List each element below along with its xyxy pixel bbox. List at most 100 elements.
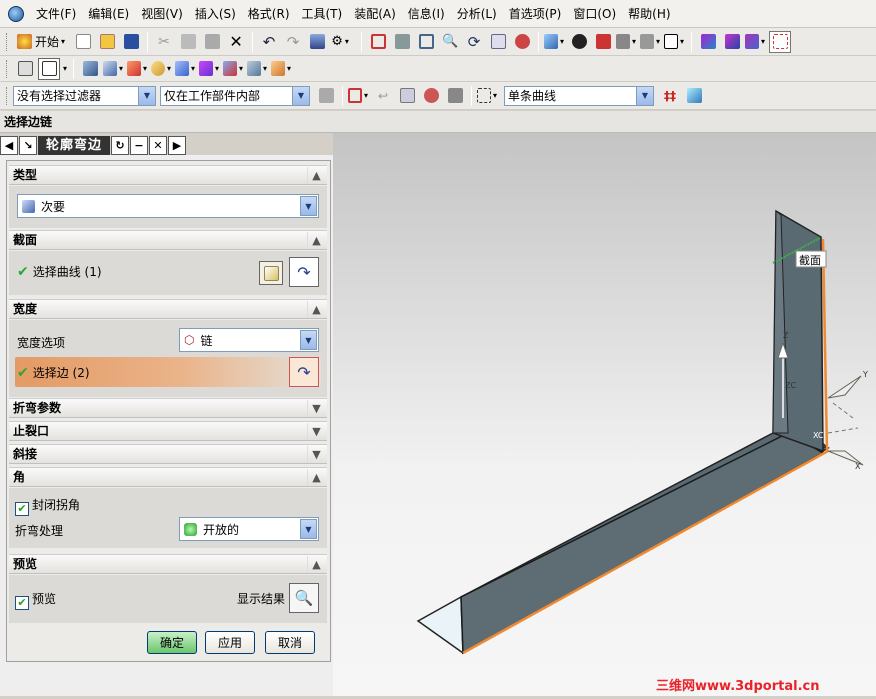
paste-button[interactable] (201, 31, 223, 53)
menu-file[interactable]: 文件(F) (30, 3, 82, 25)
filter-settings-button[interactable] (315, 85, 337, 107)
delete-button[interactable]: ✕ (225, 31, 247, 53)
hole-icon (151, 61, 165, 76)
preview-checkbox[interactable]: ✔ 预览 (15, 590, 56, 610)
close-corner-checkbox[interactable]: ✔ 封闭拐角 (15, 496, 80, 516)
type-select[interactable]: 次要 ▼ (17, 194, 319, 218)
flange-icon (82, 61, 98, 76)
wireframe-button[interactable]: ▾ (616, 31, 638, 53)
roles-button[interactable]: ⚙ ▾ (330, 31, 352, 53)
type-filter-select[interactable]: 没有选择过滤器 ▼ (13, 85, 156, 106)
snap-mode-button[interactable]: ▾ (348, 85, 370, 107)
menu-preferences[interactable]: 首选项(P) (503, 3, 568, 25)
shaded-button[interactable] (592, 31, 614, 53)
new-file-button[interactable] (72, 31, 94, 53)
menu-view[interactable]: 视图(V) (135, 3, 189, 25)
layer-button[interactable]: ▾ (640, 31, 662, 53)
select-intent-button[interactable] (420, 85, 442, 107)
select-edge-row[interactable]: ✔ 选择边 (2) (15, 357, 321, 387)
save-button[interactable] (120, 31, 142, 53)
bend-treatment-select[interactable]: 开放的 ▼ (179, 517, 319, 541)
cancel-button[interactable]: 取消 (265, 631, 315, 654)
follow-fillet-button[interactable] (683, 85, 705, 107)
menu-insert[interactable]: 插入(S) (189, 3, 242, 25)
zoom-button[interactable]: 🔍 (439, 31, 461, 53)
stop-at-intersection-button[interactable]: ‡‡ (659, 85, 681, 107)
section-section-body: ✔ 选择曲线 (1) ↷ (9, 251, 327, 295)
minimize-button[interactable]: − (130, 135, 149, 155)
wcs-button[interactable] (697, 31, 719, 53)
sketch-button[interactable] (14, 58, 36, 80)
orient-view-button[interactable]: ▾ (544, 31, 566, 53)
menu-window[interactable]: 窗口(O) (567, 3, 622, 25)
bend-params-section-header[interactable]: 折弯参数 ▼ (9, 398, 327, 418)
perspective-button[interactable] (487, 31, 509, 53)
corner-section-header[interactable]: 角 ▲ (9, 467, 327, 487)
hole-button[interactable]: ▾ (151, 58, 173, 80)
tab-flange-button[interactable] (38, 57, 60, 80)
select-curve-row[interactable]: ✔ 选择曲线 (1) (17, 263, 102, 280)
unbend-button[interactable]: ▾ (223, 58, 245, 80)
menu-format[interactable]: 格式(R) (242, 3, 296, 25)
close-button[interactable]: ✕ (149, 135, 168, 155)
fit-view-button[interactable] (367, 31, 389, 53)
flange-button[interactable] (79, 58, 101, 80)
scope-select[interactable]: 仅在工作部件内部 ▼ (160, 85, 310, 106)
zoom-box-button[interactable] (391, 31, 413, 53)
menu-tools[interactable]: 工具(T) (296, 3, 349, 25)
section-section-header[interactable]: 截面 ▲ (9, 230, 327, 250)
width-section-header[interactable]: 宽度 ▲ (9, 299, 327, 319)
copy-button[interactable] (177, 31, 199, 53)
select-box-button[interactable]: ▾ (477, 85, 499, 107)
menu-edit[interactable]: 编辑(E) (82, 3, 135, 25)
show-result-button[interactable]: 🔍 (289, 583, 319, 613)
snap-point-button[interactable] (769, 30, 792, 53)
corner-button[interactable]: ▾ (175, 58, 197, 80)
apply-button[interactable]: 应用 (205, 631, 255, 654)
cut-button[interactable]: ✂ (153, 31, 175, 53)
wcs-orient-button[interactable] (721, 31, 743, 53)
command-finder-button[interactable] (306, 31, 328, 53)
deselect-button[interactable]: ↩ (372, 85, 394, 107)
pin-button[interactable]: ↘ (19, 135, 37, 155)
ok-button[interactable]: 确定 (147, 631, 197, 654)
reset-button[interactable]: ↻ (111, 135, 130, 155)
bend-button[interactable]: ▾ (127, 58, 149, 80)
tangent-icon (447, 88, 463, 103)
menu-analysis[interactable]: 分析(L) (451, 3, 503, 25)
contour-flange-button[interactable]: ▾ (103, 58, 125, 80)
type-section-header[interactable]: 类型 ▲ (9, 165, 327, 185)
width-option-select[interactable]: ⬡ 链 ▼ (179, 328, 319, 352)
preview-section-header[interactable]: 预览 ▲ (9, 554, 327, 574)
menu-help[interactable]: 帮助(H) (622, 3, 676, 25)
sketch-section-button[interactable] (259, 261, 283, 285)
unbend-icon (223, 61, 237, 76)
background-color-button[interactable]: ▾ (664, 31, 686, 53)
rotate-button[interactable]: ⟳ (463, 31, 485, 53)
relief-section-header[interactable]: 止裂口 ▼ (9, 421, 327, 441)
feature-select-button[interactable] (396, 85, 418, 107)
curve-rule-select[interactable]: 单条曲线 ▼ (504, 85, 654, 106)
render-style-button[interactable] (568, 31, 590, 53)
select-curve-button[interactable]: ↷ (289, 257, 319, 287)
menu-info[interactable]: 信息(I) (402, 3, 451, 25)
start-button[interactable]: 开始 ▾ (14, 31, 70, 53)
export-button[interactable]: ▾ (271, 58, 293, 80)
miter-section-header[interactable]: 斜接 ▼ (9, 444, 327, 464)
next-tab-button[interactable]: ▶ (168, 135, 187, 155)
camera-button[interactable] (511, 31, 533, 53)
wcs-display-button[interactable]: ▾ (745, 31, 767, 53)
open-file-button[interactable] (96, 31, 118, 53)
graphics-viewport[interactable]: 截面 Z ZC Y X XC (333, 133, 876, 696)
redo-button[interactable]: ↷ (282, 31, 304, 53)
flat-pattern-button[interactable]: ▾ (247, 58, 269, 80)
select-tangent-button[interactable] (444, 85, 466, 107)
zoom-window-button[interactable] (415, 31, 437, 53)
punch-button[interactable]: ▾ (199, 58, 221, 80)
sketch-section-icon (263, 265, 279, 281)
undo-button[interactable]: ↶ (258, 31, 280, 53)
selection-title-bar: 选择边链 (0, 111, 876, 133)
menu-assembly[interactable]: 装配(A) (348, 3, 402, 25)
select-edge-button[interactable]: ↷ (289, 357, 319, 387)
prev-tab-button[interactable]: ◀ (0, 135, 18, 155)
